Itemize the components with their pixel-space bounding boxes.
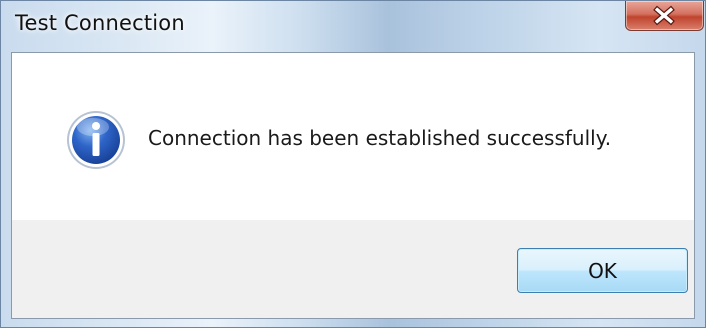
close-button[interactable] bbox=[625, 1, 704, 31]
info-icon bbox=[65, 109, 127, 171]
dialog-body: Connection has been established successf… bbox=[11, 52, 695, 319]
close-icon bbox=[626, 1, 703, 30]
ok-button[interactable]: OK bbox=[517, 248, 688, 293]
window-title: Test Connection bbox=[15, 11, 185, 35]
dialog-message: Connection has been established successf… bbox=[148, 126, 611, 150]
dialog-window: Test Connection bbox=[0, 0, 706, 328]
message-area: Connection has been established successf… bbox=[12, 53, 694, 220]
title-bar[interactable]: Test Connection bbox=[1, 1, 705, 53]
